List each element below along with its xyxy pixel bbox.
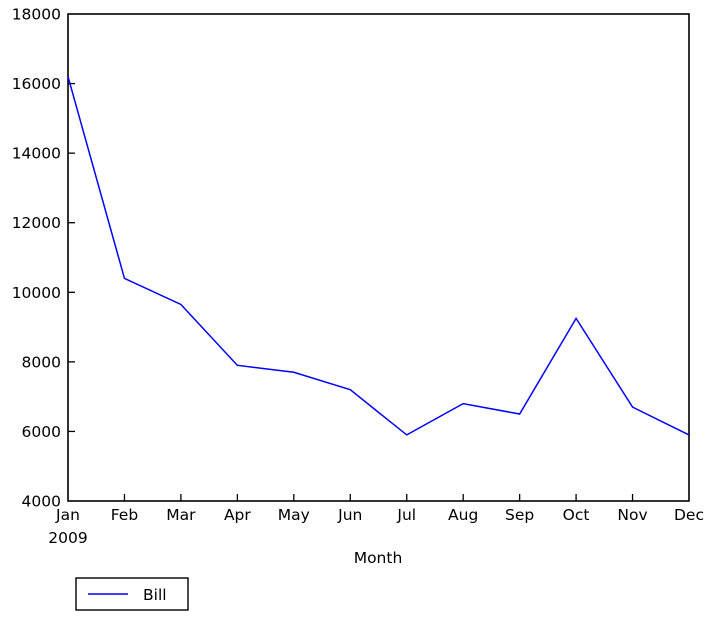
x-axis-title: Month [354,549,403,567]
x-tick-label: Nov [617,506,647,524]
y-tick-label: 6000 [22,423,61,441]
x-tick-label: Oct [563,506,590,524]
x-tick-label: Mar [166,506,196,524]
x-axis-year-label: 2009 [48,529,87,547]
x-tick-label: Jul [396,506,416,524]
x-axis-tick-labels: Jan Feb Mar Apr May Jun Jul Aug Sep Oct Nov Dec [55,506,704,524]
y-tick-label: 10000 [12,284,61,302]
y-tick-label: 18000 [12,6,61,24]
chart-figure: 4000 6000 8000 10000 12000 14000 16000 18000 Ja… [0,0,714,621]
x-tick-label: Feb [111,506,138,524]
x-tick-label: Sep [505,506,534,524]
plot-area-background [68,14,689,501]
x-tick-label: Aug [448,506,478,524]
x-tick-label: Jan [55,506,80,524]
x-tick-label: Apr [224,506,251,524]
x-tick-label: Dec [674,506,704,524]
y-tick-label: 12000 [12,214,61,232]
line-chart: 4000600080001000012000140001600018000 Ja… [12,6,704,611]
y-axis-tick-labels: 4000600080001000012000140001600018000 [12,6,61,511]
x-tick-label: Jun [337,506,362,524]
y-tick-label: 14000 [12,145,61,163]
legend-label-bill: Bill [143,586,167,604]
y-tick-label: 8000 [22,353,61,371]
x-tick-label: May [278,506,310,524]
chart-legend[interactable]: Bill [75,577,189,611]
y-tick-label: 16000 [12,75,61,93]
